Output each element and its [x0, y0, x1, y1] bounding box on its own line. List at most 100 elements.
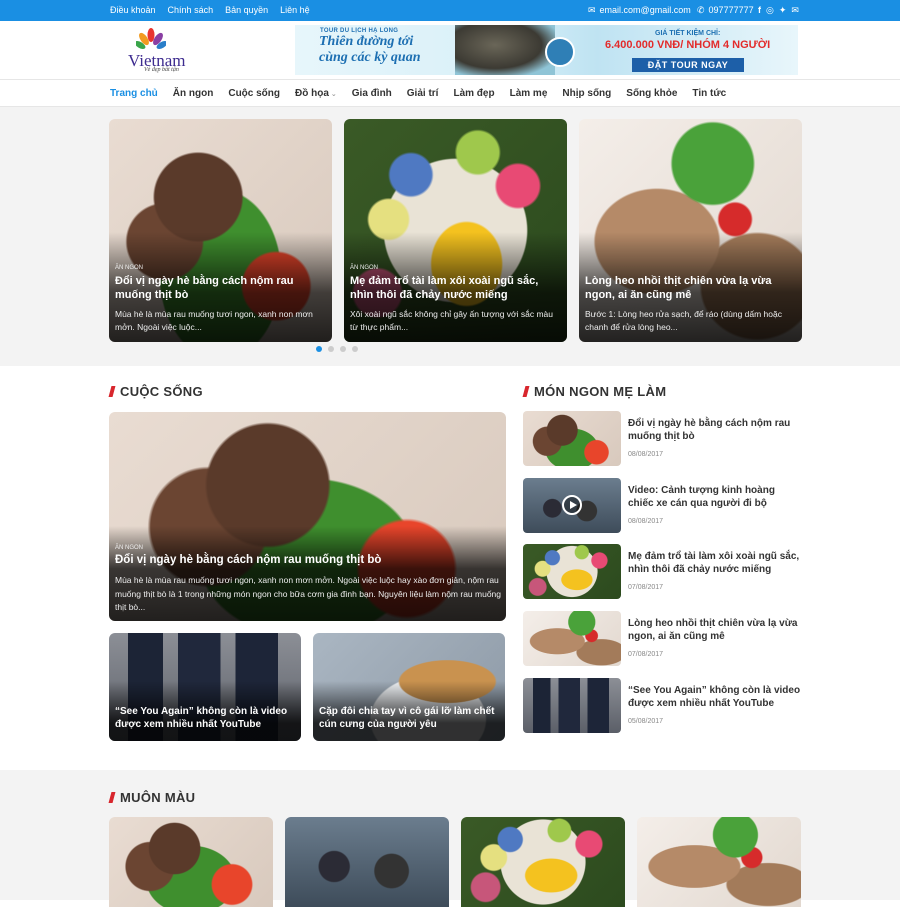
list-thumb[interactable]: [523, 478, 621, 533]
instagram-icon[interactable]: ◎: [766, 5, 774, 15]
nav-item-gia-dinh[interactable]: Gia đình: [352, 88, 392, 99]
slide-title[interactable]: Mẹ đảm trổ tài làm xôi xoài ngũ sắc, nhì…: [350, 274, 562, 302]
list-thumb[interactable]: [523, 544, 621, 599]
list-item[interactable]: Video: Cảnh tượng kinh hoàng chiếc xe cá…: [523, 478, 803, 533]
list-item[interactable]: Đổi vị ngày hè bằng cách nộm rau muống t…: [523, 411, 803, 466]
list-title[interactable]: Mẹ đảm trổ tài làm xôi xoài ngũ sắc, nhì…: [628, 550, 803, 576]
nav-item-nhip-song[interactable]: Nhịp sống: [562, 88, 611, 99]
top-bar: Điều khoản Chính sách Bản quyền Liên hệ …: [0, 0, 900, 21]
email-text: email.com@gmail.com: [599, 5, 691, 15]
list-title[interactable]: Lòng heo nhồi thịt chiên vừa lạ vừa ngon…: [628, 617, 803, 643]
grid-article-image[interactable]: [461, 817, 625, 907]
featured-article[interactable]: ĂN NGON Đổi vị ngày hè bằng cách nộm rau…: [109, 412, 506, 621]
slide-card[interactable]: ĂN NGON Mẹ đảm trổ tài làm xôi xoài ngũ …: [344, 119, 567, 342]
email-contact[interactable]: ✉ email.com@gmail.com: [588, 5, 691, 15]
featured-category[interactable]: ĂN NGON: [115, 545, 143, 551]
twitter-icon[interactable]: ✦: [779, 5, 787, 15]
list-title[interactable]: Video: Cảnh tượng kinh hoàng chiếc xe cá…: [628, 484, 803, 510]
list-date: 08/08/2017: [628, 518, 664, 525]
slide-category[interactable]: ĂN NGON: [115, 265, 143, 271]
featured-title[interactable]: Đổi vị ngày hè bằng cách nộm rau muống t…: [115, 554, 381, 566]
banner-cta-button[interactable]: ĐẶT TOUR NGAY: [632, 58, 744, 72]
slide-title[interactable]: Lòng heo nhồi thịt chiên vừa lạ vừa ngon…: [585, 274, 797, 302]
main-nav: Trang chủ Ăn ngon Cuộc sống Đồ họa ⌄ Gia …: [0, 79, 900, 107]
slide-excerpt: Xôi xoài ngũ sắc không chỉ gây ấn tượng …: [350, 309, 554, 332]
featured-excerpt: Mùa hè là mùa rau muống tươi ngon, xanh …: [115, 575, 501, 612]
banner-price: 6.400.000 VNĐ/ NHÓM 4 NGƯỜI: [605, 39, 771, 51]
envelope-icon: ✉: [588, 5, 596, 15]
small-article-card[interactable]: “See You Again” không còn là video được …: [109, 633, 301, 741]
section-heading-muon-mau[interactable]: MUÔN MÀU: [108, 790, 196, 805]
list-item[interactable]: Lòng heo nhồi thịt chiên vừa lạ vừa ngon…: [523, 611, 803, 666]
list-date: 08/08/2017: [628, 451, 664, 458]
nav-item-cuoc-song[interactable]: Cuộc sống: [228, 88, 280, 99]
slide-excerpt: Mùa hè là mùa rau muống tươi ngon, xanh …: [115, 309, 313, 332]
section-heading-mon-ngon[interactable]: MÓN NGON MẸ LÀM: [522, 384, 667, 399]
logo-tagline: Vẻ đẹp bất tận: [144, 67, 179, 73]
section-heading-text: CUỘC SỐNG: [120, 384, 203, 399]
small-article-card[interactable]: Cặp đôi chia tay vì cô gái lỡ làm chết c…: [313, 633, 505, 741]
list-date: 07/08/2017: [628, 584, 664, 591]
site-logo[interactable]: Vietnam Vẻ đẹp bất tận: [124, 25, 204, 77]
small-article-title[interactable]: “See You Again” không còn là video được …: [115, 705, 297, 731]
nav-item-lam-dep[interactable]: Làm đẹp: [453, 88, 494, 99]
slide-excerpt: Bước 1: Lòng heo rửa sạch, để ráo (dùng …: [585, 309, 782, 332]
list-title[interactable]: “See You Again” không còn là video được …: [628, 684, 803, 710]
banner-price-label: GIÁ TIẾT KIỆM CHỈ:: [655, 30, 721, 37]
list-date: 05/08/2017: [628, 718, 664, 725]
slider-dot[interactable]: [340, 346, 346, 352]
top-link-policy[interactable]: Chính sách: [168, 5, 214, 15]
social-icons: f ◎ ✦ ✉: [758, 5, 799, 15]
top-link-copyright[interactable]: Bản quyền: [225, 5, 268, 15]
facebook-icon[interactable]: f: [758, 5, 761, 15]
section-bar-icon: [108, 386, 116, 397]
phone-text: 097777777: [708, 5, 754, 15]
list-title[interactable]: Đổi vị ngày hè bằng cách nộm rau muống t…: [628, 417, 803, 443]
top-link-terms[interactable]: Điều khoản: [110, 5, 156, 15]
slider-dot-active[interactable]: [316, 346, 322, 352]
section-bar-icon: [522, 386, 530, 397]
tour-banner-ad[interactable]: TOUR DU LỊCH HẠ LONG Thiên đường tới cùn…: [295, 25, 798, 75]
slider-dot[interactable]: [328, 346, 334, 352]
play-icon[interactable]: [562, 495, 582, 515]
list-item[interactable]: “See You Again” không còn là video được …: [523, 678, 803, 733]
nav-item-do-hoa[interactable]: Đồ họa ⌄: [295, 88, 337, 99]
list-thumb[interactable]: [523, 678, 621, 733]
top-link-contact[interactable]: Liên hệ: [280, 5, 310, 15]
nav-item-do-hoa-label: Đồ họa: [295, 88, 329, 99]
banner-headline-2: cùng các kỳ quan: [319, 50, 421, 65]
list-thumb[interactable]: [523, 611, 621, 666]
slide-title[interactable]: Đổi vị ngày hè bằng cách nộm rau muống t…: [115, 274, 327, 302]
logo-flower-icon: [136, 28, 166, 49]
list-item[interactable]: Mẹ đảm trổ tài làm xôi xoài ngũ sắc, nhì…: [523, 544, 803, 599]
section-heading-text: MUÔN MÀU: [120, 790, 196, 805]
banner-headline-1: Thiên đường tới: [319, 34, 414, 49]
phone-icon: ✆: [697, 5, 705, 15]
mail-icon[interactable]: ✉: [791, 5, 799, 15]
grid-article-image[interactable]: [637, 817, 801, 907]
top-links: Điều khoản Chính sách Bản quyền Liên hệ: [110, 5, 310, 15]
slider-dots: [316, 346, 358, 352]
section-heading-cuoc-song[interactable]: CUỘC SỐNG: [108, 384, 203, 399]
chevron-down-icon: ⌄: [330, 91, 337, 98]
nav-item-home[interactable]: Trang chủ: [110, 88, 158, 99]
banner-boat-image: [545, 37, 575, 67]
slide-card[interactable]: ĂN NGON Đổi vị ngày hè bằng cách nộm rau…: [109, 119, 332, 342]
phone-contact[interactable]: ✆ 097777777: [697, 5, 754, 15]
small-article-title[interactable]: Cặp đôi chia tay vì cô gái lỡ làm chết c…: [319, 705, 501, 731]
grid-article-image[interactable]: [109, 817, 273, 907]
nav-item-song-khoe[interactable]: Sống khỏe: [626, 88, 677, 99]
site-header: Vietnam Vẻ đẹp bất tận TOUR DU LỊCH HẠ L…: [0, 21, 900, 79]
nav-item-an-ngon[interactable]: Ăn ngon: [173, 88, 214, 99]
nav-item-giai-tri[interactable]: Giải trí: [407, 88, 439, 99]
nav-item-lam-me[interactable]: Làm mẹ: [510, 88, 548, 99]
slide-card[interactable]: Lòng heo nhồi thịt chiên vừa lạ vừa ngon…: [579, 119, 802, 342]
grid-article-image[interactable]: [285, 817, 449, 907]
banner-rock-image: [455, 25, 555, 75]
nav-item-tin-tuc[interactable]: Tin tức: [692, 88, 726, 99]
section-bar-icon: [108, 792, 116, 803]
slide-category[interactable]: ĂN NGON: [350, 265, 378, 271]
section-heading-text: MÓN NGON MẸ LÀM: [534, 384, 667, 399]
slider-dot[interactable]: [352, 346, 358, 352]
list-thumb[interactable]: [523, 411, 621, 466]
